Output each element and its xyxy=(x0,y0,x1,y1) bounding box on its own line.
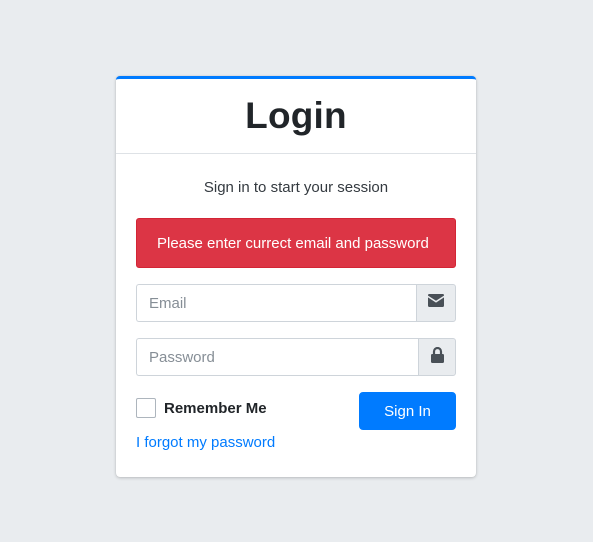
forgot-password-link[interactable]: I forgot my password xyxy=(136,434,275,451)
lock-icon xyxy=(430,346,444,368)
remember-me-checkbox[interactable] xyxy=(136,398,156,418)
error-alert-text: Please enter currect email and password xyxy=(157,234,429,252)
error-alert: Please enter currect email and password xyxy=(136,218,456,268)
email-field[interactable] xyxy=(136,284,416,322)
login-box-message: Sign in to start your session xyxy=(203,179,389,196)
remember-me-label: Remember Me xyxy=(164,399,267,417)
page-title: Login xyxy=(245,95,347,136)
card-header: Login xyxy=(116,79,476,154)
remember-me[interactable]: Remember Me xyxy=(136,398,267,418)
email-addon xyxy=(416,284,456,322)
password-addon xyxy=(418,338,456,376)
password-input-group xyxy=(136,338,456,376)
sign-in-button[interactable]: Sign In xyxy=(359,392,456,430)
login-card: Login Sign in to start your session Plea… xyxy=(116,76,476,477)
password-field[interactable] xyxy=(136,338,418,376)
email-input-group xyxy=(136,284,456,322)
envelope-icon xyxy=(428,294,444,312)
